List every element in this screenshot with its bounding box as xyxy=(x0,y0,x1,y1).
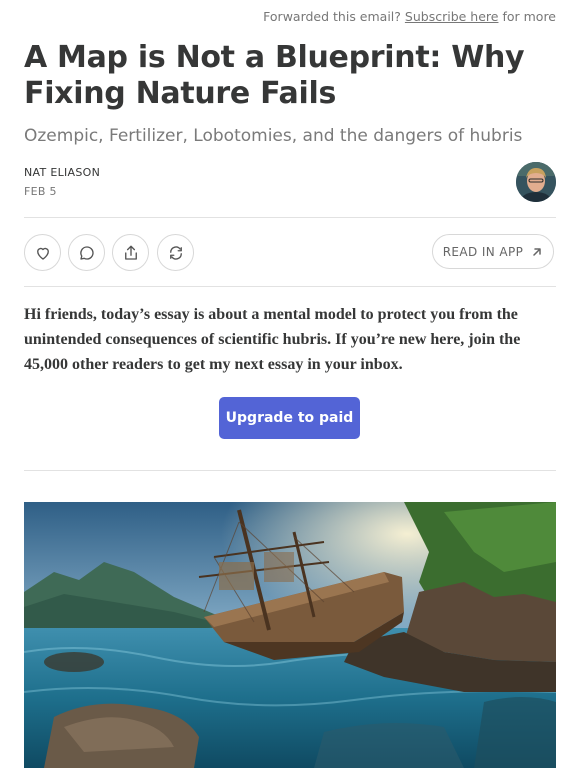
shipwreck-illustration xyxy=(24,502,556,768)
intro-paragraph: Hi friends, today’s essay is about a men… xyxy=(24,306,521,373)
avatar[interactable] xyxy=(516,162,556,202)
post-subtitle: Ozempic, Fertilizer, Lobotomies, and the… xyxy=(24,126,523,146)
post-date: FEB 5 xyxy=(24,185,57,198)
divider-actions xyxy=(24,286,556,287)
forward-notice: Forwarded this email? Subscribe here for… xyxy=(263,9,556,24)
forward-suffix: for more xyxy=(502,9,556,24)
hero-image xyxy=(24,502,556,768)
heart-icon xyxy=(36,247,49,260)
read-in-app-label: READ IN APP xyxy=(442,244,524,259)
upgrade-button[interactable]: Upgrade to paid xyxy=(219,397,360,439)
divider-top xyxy=(24,217,556,218)
comment-icon xyxy=(79,245,94,260)
read-in-app-button[interactable]: READ IN APP xyxy=(432,234,554,269)
restack-icon xyxy=(169,245,182,260)
share-button[interactable] xyxy=(112,234,149,271)
comment-button[interactable] xyxy=(68,234,105,271)
subscribe-link[interactable]: Subscribe here xyxy=(405,9,499,24)
author-name[interactable]: NAT ELIASON xyxy=(24,166,100,179)
arrow-up-right-icon xyxy=(533,247,542,256)
forward-prefix: Forwarded this email? xyxy=(263,9,401,24)
share-icon xyxy=(124,245,137,260)
like-button[interactable] xyxy=(24,234,61,271)
restack-button[interactable] xyxy=(157,234,194,271)
avatar-photo xyxy=(516,162,556,202)
post-title: A Map is Not a Blueprint: Why Fixing Nat… xyxy=(24,40,525,111)
divider-cta xyxy=(24,470,556,471)
